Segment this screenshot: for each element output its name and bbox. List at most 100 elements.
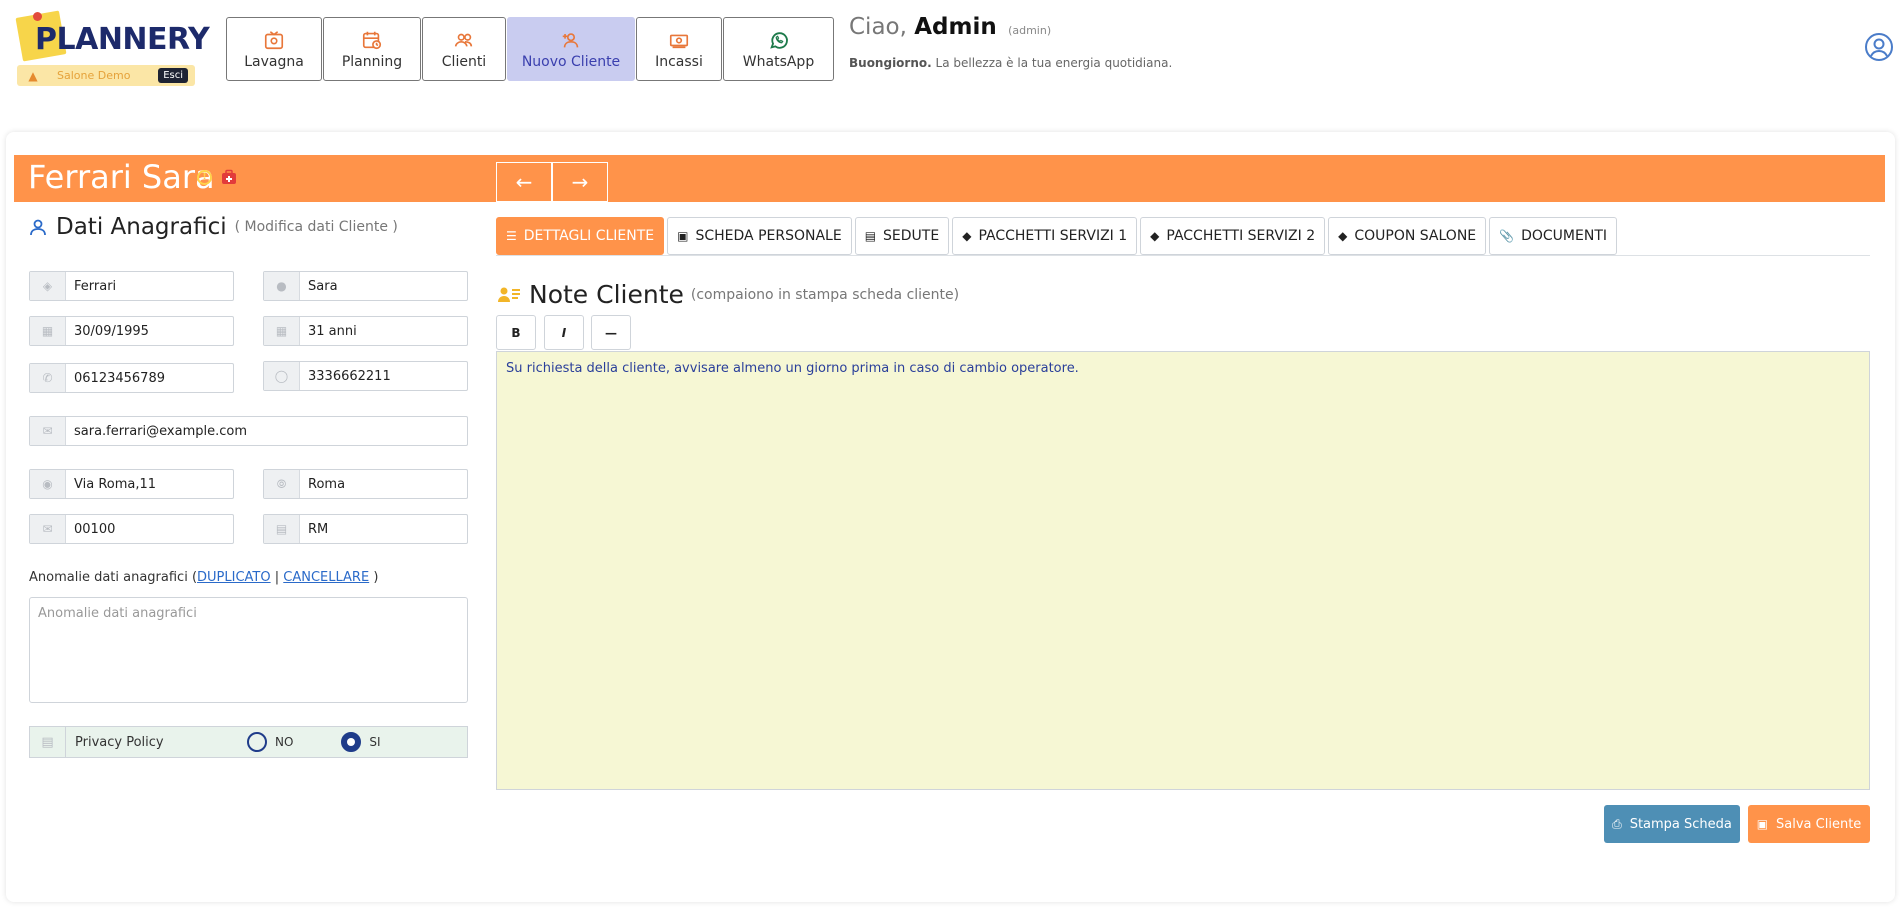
user-icon [30, 219, 46, 236]
greeting-tagline: Buongiorno. La bellezza è la tua energia… [849, 56, 1172, 70]
client-name: Ferrari Sara [28, 158, 215, 196]
phone-icon: ✆ [30, 364, 66, 392]
nav-nuovo-cliente[interactable]: Nuovo Cliente [507, 17, 635, 81]
brand-name: PLANNERY [35, 22, 210, 57]
nav-label: Incassi [655, 53, 703, 70]
compass-icon: ⦾ [264, 470, 300, 498]
coupon-icon: ◆ [1338, 229, 1348, 243]
radio-circle-checked [341, 732, 362, 752]
nav-lavagna[interactable]: Lavagna [226, 17, 322, 81]
anomalies-sep: | [270, 570, 284, 585]
greeting: Ciao, Admin (admin) Buongiorno. La belle… [849, 14, 1172, 70]
calendar-grid-icon: ▦ [264, 317, 300, 345]
tab-sedute[interactable]: ▤ SEDUTE [854, 217, 950, 255]
tab-pacchetti-servizi-1[interactable]: ◆ PACCHETTI SERVIZI 1 [952, 217, 1138, 255]
tab-label: PACCHETTI SERVIZI 1 [978, 228, 1128, 244]
nav-label: Clienti [441, 53, 487, 70]
cash-icon [669, 34, 689, 48]
privacy-yes-radio[interactable]: SI [341, 732, 381, 752]
exit-button[interactable]: Esci [158, 68, 188, 83]
envelope-icon: ✉ [30, 417, 66, 445]
calendar-search-icon: ▤ [864, 229, 877, 243]
italic-button[interactable]: I [544, 315, 584, 350]
medical-kit-icon[interactable] [221, 169, 237, 185]
notes-title: Note Cliente (compaiono in stampa scheda… [497, 280, 959, 309]
address-field[interactable]: ◉ Via Roma,11 [29, 469, 234, 499]
arrow-left-icon: ← [515, 170, 533, 194]
anagrafica-title-text: Dati Anagrafici [56, 214, 227, 240]
salon-name: Salone Demo [57, 69, 131, 82]
next-client-button[interactable]: → [552, 162, 608, 202]
nav-whatsapp[interactable]: WhatsApp [723, 17, 834, 81]
surname-field[interactable]: ◈ Ferrari [29, 271, 234, 301]
tab-label: SEDUTE [883, 228, 940, 244]
printer-icon: ⎙ [1612, 816, 1622, 831]
birthdate-field[interactable]: ▦ 30/09/1995 [29, 316, 234, 346]
notes-editor[interactable]: Su richiesta della cliente, avvisare alm… [496, 351, 1870, 790]
tag-icon: ◈ [30, 272, 66, 300]
greeting-salutation: Buongiorno. [849, 56, 932, 70]
phone-value: 06123456789 [74, 370, 165, 386]
anomalies-textarea[interactable]: Anomalie dati anagrafici [29, 597, 468, 703]
tab-label: COUPON SALONE [1354, 228, 1477, 244]
city-field[interactable]: ⦾ Roma [263, 469, 468, 499]
nav-clienti[interactable]: Clienti [422, 17, 506, 81]
privacy-row: ▤ Privacy Policy NO SI [29, 726, 468, 758]
tab-scheda-personale[interactable]: ▣ SCHEDA PERSONALE [667, 217, 852, 255]
horizontal-rule-button[interactable]: — [591, 315, 631, 350]
nav-planning[interactable]: Planning [323, 17, 421, 81]
greeting-text: La bellezza è la tua energia quotidiana. [935, 56, 1173, 70]
tags-icon: ◆ [1150, 229, 1160, 243]
zip-field[interactable]: ✉ 00100 [29, 514, 234, 544]
delete-link[interactable]: CANCELLARE [283, 570, 369, 585]
province-value: RM [308, 521, 329, 537]
mailbox-icon: ✉ [30, 515, 66, 543]
greeting-role: (admin) [1008, 24, 1052, 37]
privacy-label: Privacy Policy [75, 734, 164, 750]
zip-value: 00100 [74, 521, 116, 537]
surname-value: Ferrari [74, 278, 117, 294]
mobile-field[interactable]: ◯ 3336662211 [263, 361, 468, 391]
duplicate-link[interactable]: DUPLICATO [197, 570, 271, 585]
tab-pacchetti-servizi-2[interactable]: ◆ PACCHETTI SERVIZI 2 [1140, 217, 1326, 255]
user-account-icon[interactable] [1864, 32, 1894, 62]
name-field[interactable]: ● Sara [263, 271, 468, 301]
user-notes-icon [498, 287, 520, 302]
calendar-clock-icon [362, 31, 382, 49]
user-list-icon: ☰ [506, 229, 517, 243]
tab-label: DETTAGLI CLIENTE [523, 228, 655, 244]
info-icon[interactable]: ! [197, 170, 212, 185]
tab-documenti[interactable]: 📎 DOCUMENTI [1489, 217, 1618, 255]
anagrafica-title: Dati Anagrafici ( Modifica dati Cliente … [28, 214, 398, 240]
bold-button[interactable]: B [496, 315, 536, 350]
save-client-button[interactable]: ▣ Salva Cliente [1748, 805, 1870, 843]
print-label: Stampa Scheda [1629, 816, 1732, 832]
address-value: Via Roma,11 [74, 476, 157, 492]
mobile-value: 3336662211 [308, 368, 391, 384]
anomalies-label: Anomalie dati anagrafici (DUPLICATO | CA… [29, 570, 378, 585]
italic-icon: I [561, 325, 567, 340]
calendar-icon: ▦ [30, 317, 66, 345]
province-field[interactable]: ▤ RM [263, 514, 468, 544]
greeting-line: Ciao, Admin (admin) [849, 14, 1172, 40]
nav-incassi[interactable]: Incassi [636, 17, 722, 81]
paperclip-icon: 📎 [1499, 229, 1515, 243]
prev-client-button[interactable]: ← [496, 162, 552, 202]
tab-divider [496, 255, 1870, 256]
top-nav: Lavagna Planning Clienti Nuovo Cliente I… [226, 17, 835, 81]
arrow-right-icon: → [571, 170, 589, 194]
email-field[interactable]: ✉ sara.ferrari@example.com [29, 416, 468, 446]
print-sheet-button[interactable]: ⎙ Stampa Scheda [1604, 805, 1740, 843]
user-plus-icon [562, 32, 579, 47]
age-value: 31 anni [308, 323, 357, 339]
phone-field[interactable]: ✆ 06123456789 [29, 363, 234, 393]
tags-icon: ◆ [962, 229, 972, 243]
logo[interactable]: PLANNERY ▲ Salone Demo Esci [15, 10, 210, 86]
tab-coupon-salone[interactable]: ◆ COUPON SALONE [1328, 217, 1487, 255]
whatsapp-icon: ◯ [264, 362, 300, 390]
map-icon: ▤ [264, 515, 300, 543]
privacy-no-radio[interactable]: NO [247, 732, 293, 752]
email-value: sara.ferrari@example.com [74, 423, 247, 439]
tab-dettagli-cliente[interactable]: ☰ DETTAGLI CLIENTE [496, 217, 665, 255]
age-field: ▦ 31 anni [263, 316, 468, 346]
